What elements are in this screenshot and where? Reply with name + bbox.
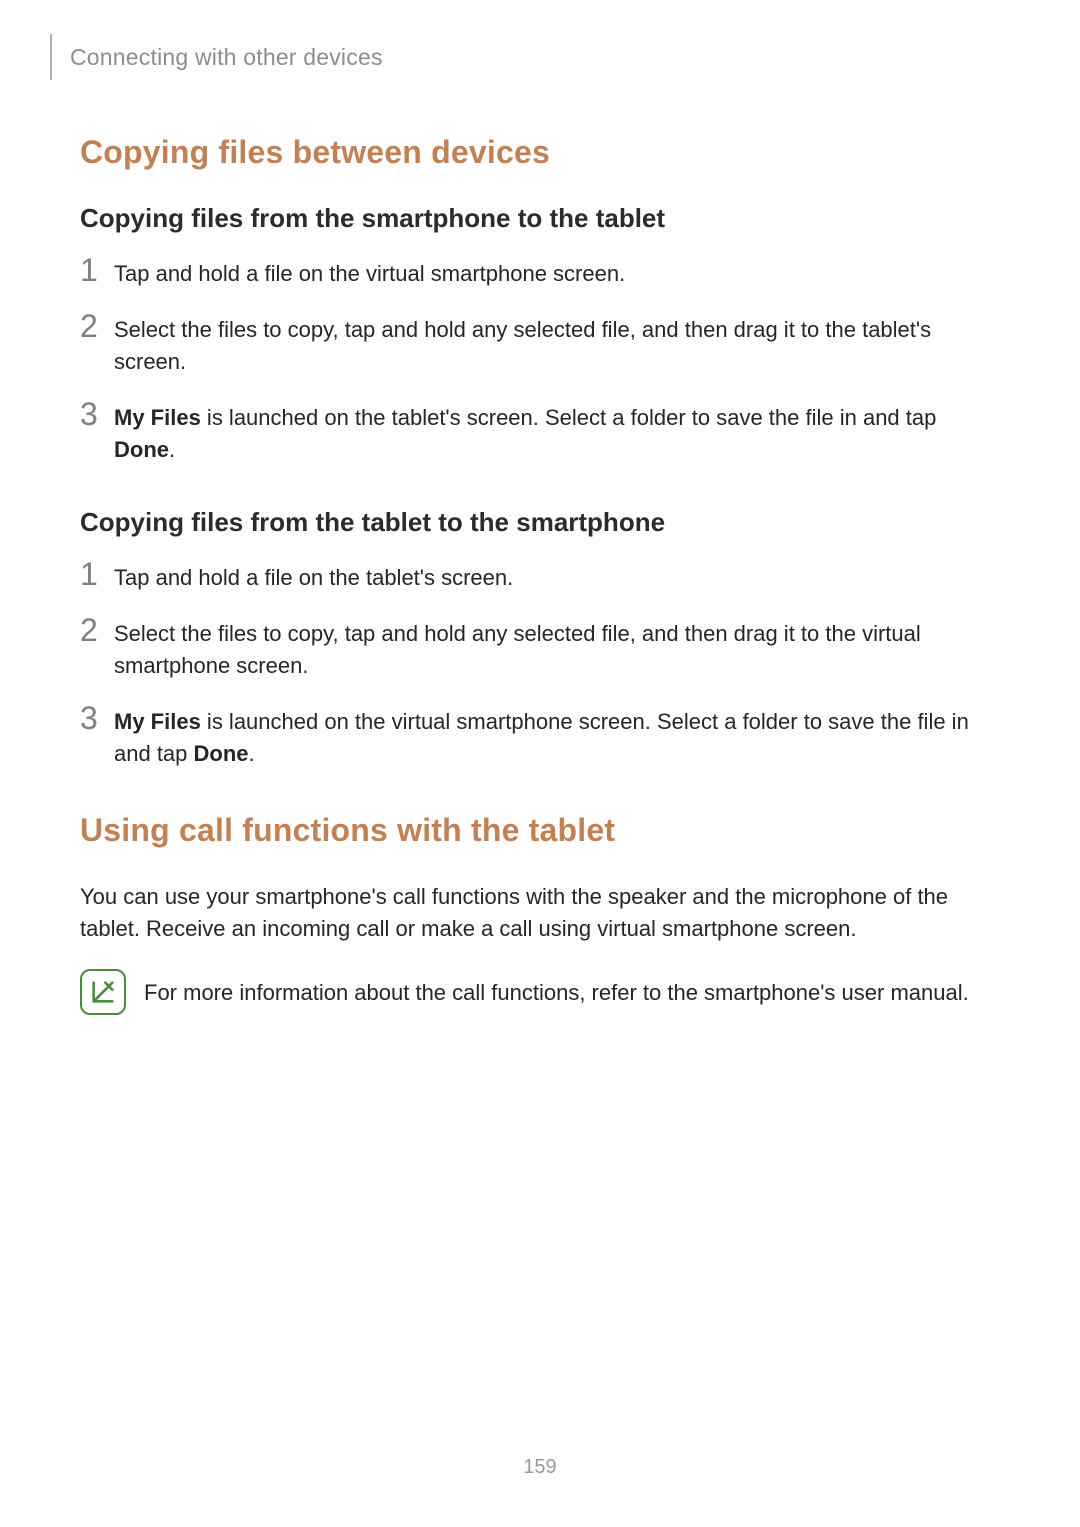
step-3: 3 My Files is launched on the virtual sm… — [80, 706, 1000, 770]
heading-using-call-functions: Using call functions with the tablet — [80, 812, 1000, 849]
page-number: 159 — [0, 1456, 1080, 1479]
step-number: 3 — [80, 398, 114, 430]
step-text: Tap and hold a file on the virtual smart… — [114, 258, 625, 290]
step-number: 1 — [80, 254, 114, 286]
step-text: Select the files to copy, tap and hold a… — [114, 618, 1000, 682]
bold-done: Done — [114, 437, 169, 462]
step-number: 2 — [80, 614, 114, 646]
bold-done: Done — [194, 741, 249, 766]
step-text: Select the files to copy, tap and hold a… — [114, 314, 1000, 378]
step-number: 1 — [80, 558, 114, 590]
step-2: 2 Select the files to copy, tap and hold… — [80, 618, 1000, 682]
step-text-part: is launched on the tablet's screen. Sele… — [201, 405, 937, 430]
step-3: 3 My Files is launched on the tablet's s… — [80, 402, 1000, 466]
step-text: Tap and hold a file on the tablet's scre… — [114, 562, 513, 594]
bold-my-files: My Files — [114, 709, 201, 734]
paragraph-call-functions: You can use your smartphone's call funct… — [80, 881, 1000, 945]
breadcrumb: Connecting with other devices — [70, 44, 383, 71]
note-text: For more information about the call func… — [144, 977, 969, 1009]
subsection-s2t: Copying files from the smartphone to the… — [80, 203, 1000, 465]
subsection-t2s: Copying files from the tablet to the sma… — [80, 507, 1000, 769]
step-text: My Files is launched on the tablet's scr… — [114, 402, 1000, 466]
header-vertical-bar — [50, 34, 52, 80]
heading-copy-smartphone-to-tablet: Copying files from the smartphone to the… — [80, 203, 1000, 234]
step-text-part: . — [169, 437, 175, 462]
page-header: Connecting with other devices — [80, 34, 1000, 80]
document-page: Connecting with other devices Copying fi… — [0, 0, 1080, 1527]
note-icon — [80, 969, 126, 1015]
bold-my-files: My Files — [114, 405, 201, 430]
step-2: 2 Select the files to copy, tap and hold… — [80, 314, 1000, 378]
step-number: 3 — [80, 702, 114, 734]
pencil-note-icon — [89, 978, 117, 1006]
step-text: My Files is launched on the virtual smar… — [114, 706, 1000, 770]
step-1: 1 Tap and hold a file on the virtual sma… — [80, 258, 1000, 290]
step-1: 1 Tap and hold a file on the tablet's sc… — [80, 562, 1000, 594]
step-number: 2 — [80, 310, 114, 342]
heading-copying-files-between-devices: Copying files between devices — [80, 134, 1000, 171]
note-row: For more information about the call func… — [80, 969, 1000, 1015]
heading-copy-tablet-to-smartphone: Copying files from the tablet to the sma… — [80, 507, 1000, 538]
step-text-part: . — [249, 741, 255, 766]
